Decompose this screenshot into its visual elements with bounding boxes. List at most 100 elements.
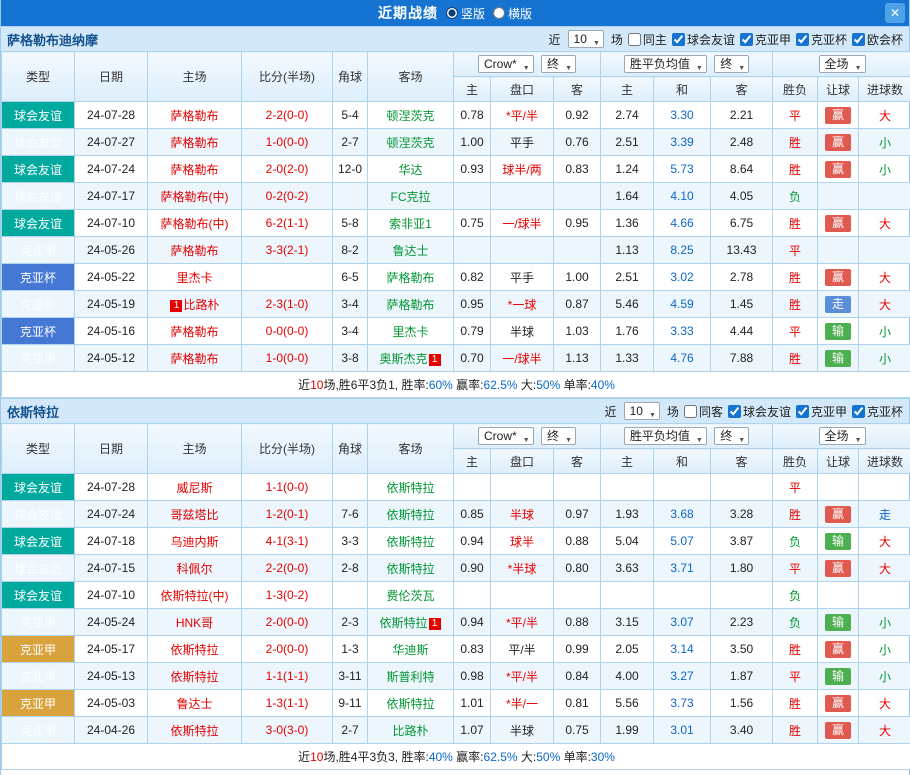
- layout-option-vertical[interactable]: 竖版: [446, 5, 485, 22]
- result-cell: 平: [773, 663, 818, 690]
- filter-checkbox-4[interactable]: 欧会杯: [852, 31, 903, 48]
- away-team-name: 鲁达士: [392, 244, 428, 258]
- away-team-cell: FC克拉: [368, 183, 454, 210]
- avg-away-odds: 2.21: [711, 102, 773, 129]
- score-cell: 1-0(0-0): [242, 129, 333, 156]
- avg-final-select[interactable]: 终: [714, 55, 749, 73]
- sub-col-odds-away: 客: [554, 77, 601, 102]
- checkbox-input[interactable]: [728, 405, 741, 418]
- handicap-result-chip: 赢: [825, 560, 851, 577]
- match-row: 克亚甲24-05-191比路朴2-3(1-0)3-4萨格勒布0.95*一球0.8…: [2, 291, 910, 318]
- result-cell: 负: [773, 609, 818, 636]
- avg-draw-odds: 3.07: [654, 609, 711, 636]
- filter-checkbox-2[interactable]: 克亚甲: [740, 31, 791, 48]
- checkbox-input[interactable]: [684, 405, 697, 418]
- goals-cell: 小: [859, 663, 910, 690]
- match-row: 球会友谊24-07-27萨格勒布1-0(0-0)2-7顿涅茨克1.00平手0.7…: [2, 129, 910, 156]
- checkbox-input[interactable]: [740, 33, 753, 46]
- home-team-name: 萨格勒布: [170, 136, 218, 150]
- match-row: 克亚甲24-05-03鲁达士1-3(1-1)9-11依斯特拉1.01*半/一0.…: [2, 690, 910, 717]
- avg-select[interactable]: 胜平负均值: [624, 427, 707, 445]
- goals-cell: 大: [859, 264, 910, 291]
- away-team-name: 斯普利特: [386, 670, 434, 684]
- bookmaker-select[interactable]: Crow*: [478, 427, 534, 445]
- checkbox-label: 克亚甲: [811, 403, 847, 420]
- match-count-select[interactable]: 10: [568, 30, 604, 48]
- checkbox-input[interactable]: [672, 33, 685, 46]
- sub-col-handicap-result: 让球: [818, 449, 859, 474]
- scope-select[interactable]: 全场: [819, 427, 866, 445]
- summary-row: 近10场,胜6平3负1, 胜率:60% 赢率:62.5% 大:50% 单率:40…: [2, 372, 910, 398]
- handicap-line: 半球: [491, 318, 554, 345]
- away-team-cell: 比路朴: [368, 717, 454, 744]
- handicap-odds-away: [554, 474, 601, 501]
- match-type-badge: 球会友谊: [2, 183, 75, 210]
- filter-checkbox-2[interactable]: 克亚甲: [796, 403, 847, 420]
- avg-away-odds: 1.45: [711, 291, 773, 318]
- checkbox-input[interactable]: [628, 33, 641, 46]
- score-cell: [242, 264, 333, 291]
- filter-checkbox-0[interactable]: 同客: [684, 403, 723, 420]
- match-row: 克亚甲24-05-13依斯特拉1-1(1-1)3-11斯普利特0.98*平/半0…: [2, 663, 910, 690]
- handicap-result-chip: 赢: [825, 641, 851, 658]
- away-team-name: 华达: [398, 163, 422, 177]
- home-team-cell: 乌迪内斯: [148, 528, 242, 555]
- home-team-name: 萨格勒布: [170, 325, 218, 339]
- match-count-select[interactable]: 10: [624, 402, 660, 420]
- summary-text: 单率:: [560, 378, 591, 392]
- corners-cell: 6-5: [333, 264, 368, 291]
- close-icon[interactable]: ✕: [885, 3, 905, 23]
- away-team-name: FC克拉: [391, 190, 431, 204]
- match-date: 24-05-17: [75, 636, 148, 663]
- checkbox-input[interactable]: [852, 405, 865, 418]
- scope-select[interactable]: 全场: [819, 55, 866, 73]
- col-date: 日期: [75, 52, 148, 102]
- horizontal-layout-radio[interactable]: [493, 7, 505, 19]
- filter-checkbox-3[interactable]: 克亚杯: [796, 31, 847, 48]
- sub-col-handicap: 盘口: [491, 449, 554, 474]
- summary-text: 50%: [536, 378, 560, 392]
- result-cell: 平: [773, 474, 818, 501]
- checkbox-input[interactable]: [852, 33, 865, 46]
- goals-cell: [859, 237, 910, 264]
- vertical-layout-radio[interactable]: [446, 7, 458, 19]
- avg-select[interactable]: 胜平负均值: [624, 55, 707, 73]
- odds-final-select[interactable]: 终: [541, 55, 576, 73]
- match-type-badge: 球会友谊: [2, 210, 75, 237]
- filter-checkbox-3[interactable]: 克亚杯: [852, 403, 903, 420]
- match-type-badge: 球会友谊: [2, 102, 75, 129]
- home-team-cell: 萨格勒布: [148, 318, 242, 345]
- handicap-line: 一/球半: [491, 345, 554, 372]
- avg-final-select[interactable]: 终: [714, 427, 749, 445]
- checkbox-label: 同客: [699, 403, 723, 420]
- handicap-odds-away: 0.80: [554, 555, 601, 582]
- filter-checkbox-1[interactable]: 球会友谊: [728, 403, 791, 420]
- checkbox-input[interactable]: [796, 405, 809, 418]
- sub-col-avg-draw: 和: [654, 77, 711, 102]
- layout-option-horizontal[interactable]: 横版: [493, 5, 532, 22]
- checkbox-input[interactable]: [796, 33, 809, 46]
- avg-home-odds: 1.99: [601, 717, 654, 744]
- goals-cell: [859, 582, 910, 609]
- goals-cell: 大: [859, 291, 910, 318]
- filter-bar: 近10场同客球会友谊克亚甲克亚杯: [605, 402, 903, 420]
- avg-away-odds: [711, 582, 773, 609]
- away-team-name: 顿涅茨克: [386, 109, 434, 123]
- avg-draw-odds: 8.25: [654, 237, 711, 264]
- odds-final-select[interactable]: 终: [541, 427, 576, 445]
- handicap-odds-away: 0.95: [554, 210, 601, 237]
- handicap-odds-away: [554, 582, 601, 609]
- filter-checkbox-0[interactable]: 同主: [628, 31, 667, 48]
- matches-table: 类型 日期 主场 比分(半场) 角球 客场 Crow* 终 胜平负均值 终: [1, 423, 910, 770]
- filter-checkbox-1[interactable]: 球会友谊: [672, 31, 735, 48]
- match-row: 克亚甲24-04-26依斯特拉3-0(3-0)2-7比路朴1.07半球0.751…: [2, 717, 910, 744]
- corners-cell: 3-4: [333, 318, 368, 345]
- away-team-cell: 华达: [368, 156, 454, 183]
- bookmaker-select[interactable]: Crow*: [478, 55, 534, 73]
- result-cell: 胜: [773, 210, 818, 237]
- away-team-cell: 依斯特拉: [368, 528, 454, 555]
- col-home: 主场: [148, 52, 242, 102]
- avg-draw-odds: 3.73: [654, 690, 711, 717]
- away-team-name: 萨格勒布: [386, 271, 434, 285]
- topbar: 近期战绩 竖版 横版 ✕: [1, 0, 909, 26]
